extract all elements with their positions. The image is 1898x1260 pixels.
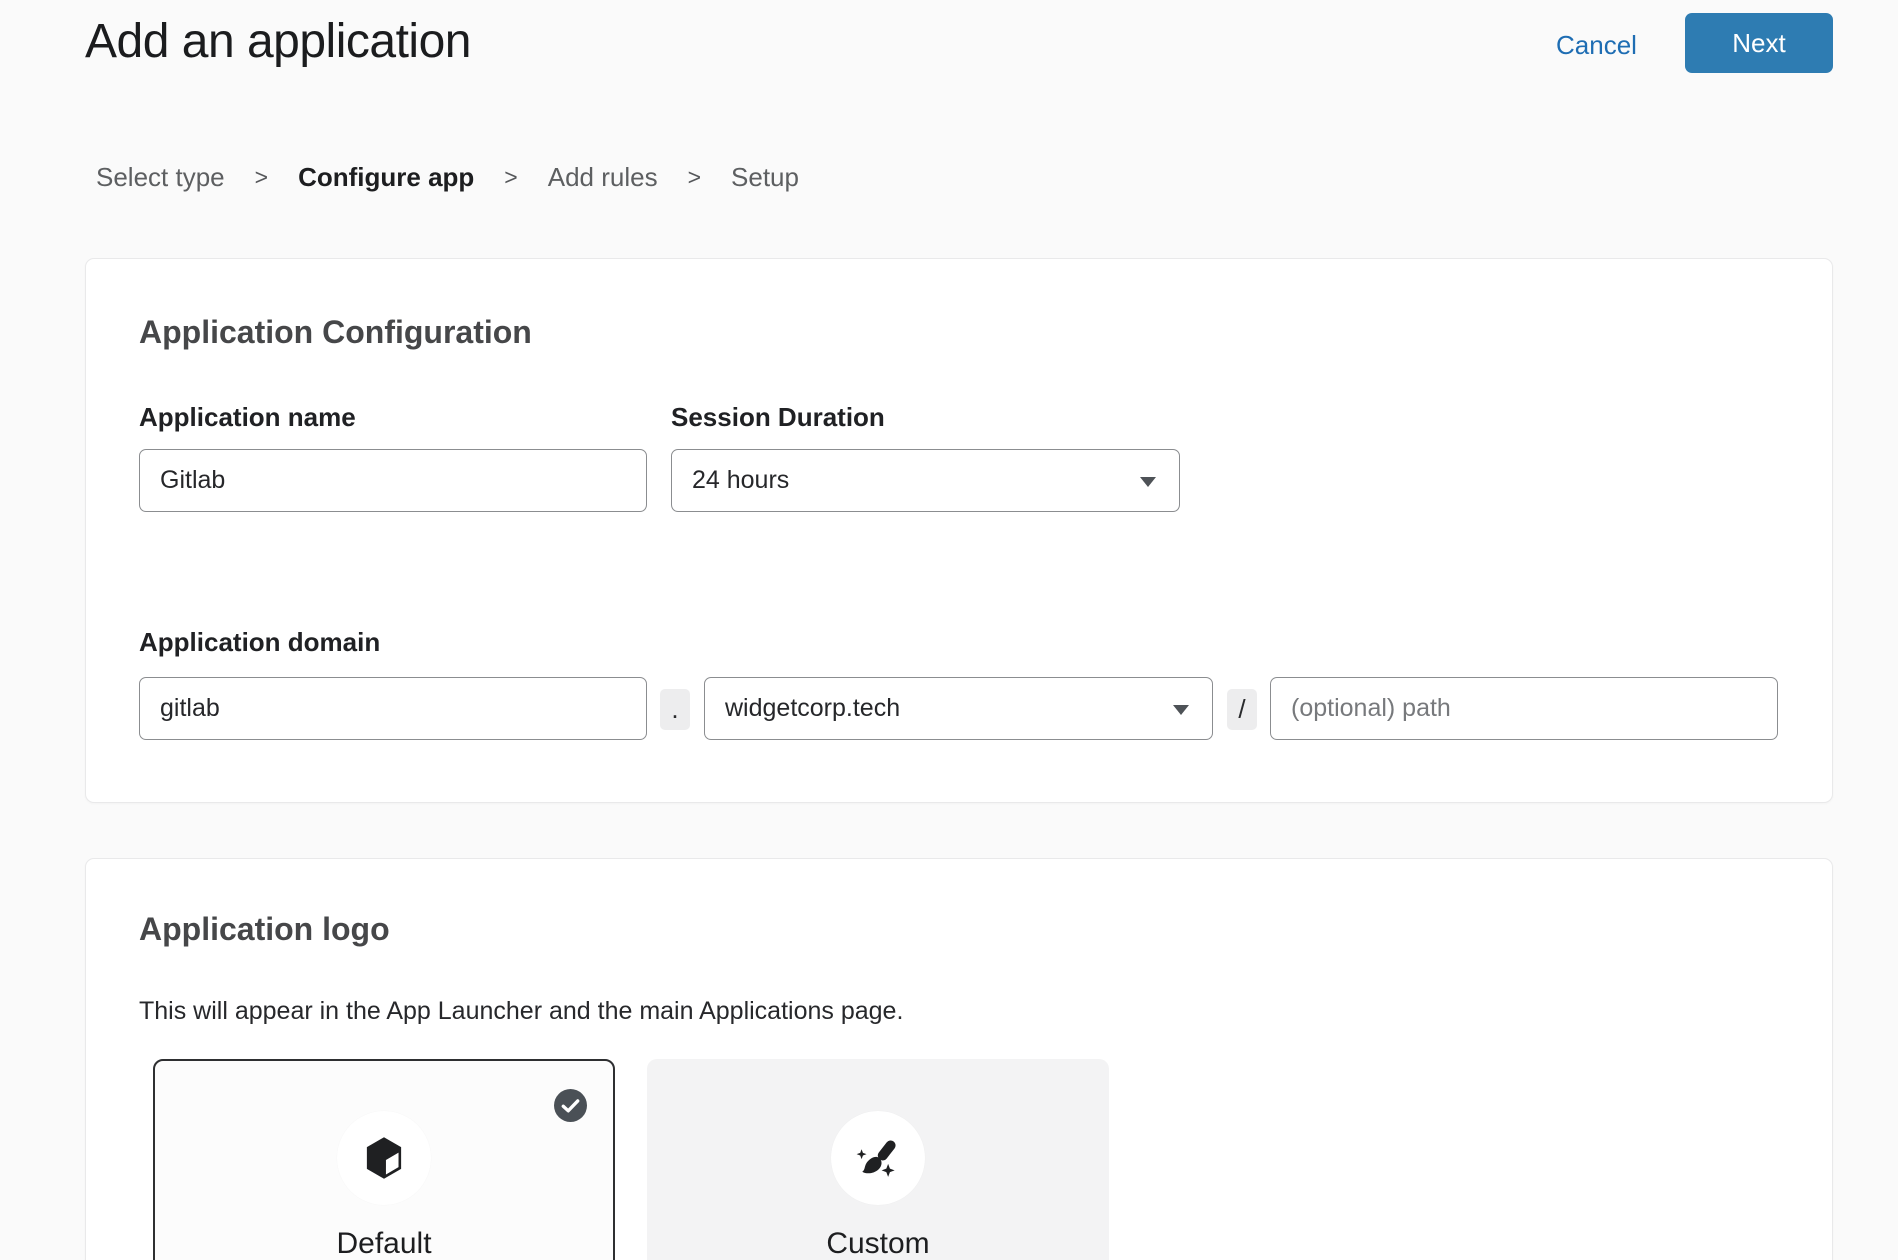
application-configuration-card: Application Configuration Application na… [85, 258, 1833, 803]
breadcrumb-step-setup[interactable]: Setup [731, 162, 799, 193]
logo-option-tiles: Default Custom [153, 1059, 1109, 1260]
cancel-button[interactable]: Cancel [1556, 30, 1637, 61]
breadcrumb-separator: > [504, 164, 517, 191]
domain-select-value: widgetcorp.tech [725, 694, 900, 723]
dot-separator-badge: . [660, 689, 690, 730]
session-duration-label: Session Duration [671, 402, 885, 433]
breadcrumb: Select type > Configure app > Add rules … [96, 162, 799, 193]
breadcrumb-step-configure-app[interactable]: Configure app [298, 162, 474, 193]
default-logo-circle [337, 1111, 431, 1205]
path-input[interactable] [1270, 677, 1778, 740]
application-name-label: Application name [139, 402, 356, 433]
session-duration-select[interactable]: 24 hours [671, 449, 1180, 512]
domain-select[interactable]: widgetcorp.tech [704, 677, 1213, 740]
application-configuration-heading: Application Configuration [139, 314, 532, 351]
breadcrumb-separator: > [255, 164, 268, 191]
application-logo-heading: Application logo [139, 911, 390, 948]
add-application-page: Add an application Cancel Next Select ty… [0, 0, 1898, 1260]
logo-option-default[interactable]: Default [153, 1059, 615, 1260]
check-circle-icon [554, 1089, 587, 1122]
page-title: Add an application [85, 14, 471, 69]
next-button[interactable]: Next [1685, 13, 1833, 73]
application-logo-description: This will appear in the App Launcher and… [139, 997, 903, 1026]
paintbrush-icon [851, 1131, 905, 1185]
subdomain-input[interactable] [139, 677, 647, 740]
application-name-input[interactable] [139, 449, 647, 512]
logo-option-custom[interactable]: Custom [647, 1059, 1109, 1260]
logo-option-label: Custom [649, 1227, 1107, 1260]
logo-option-label: Default [155, 1227, 613, 1260]
session-duration-value: 24 hours [692, 466, 789, 495]
application-logo-card: Application logo This will appear in the… [85, 858, 1833, 1260]
chevron-down-icon [1171, 703, 1191, 716]
breadcrumb-step-select-type[interactable]: Select type [96, 162, 225, 193]
chevron-down-icon [1138, 475, 1158, 488]
cube-icon [358, 1132, 410, 1184]
application-domain-label: Application domain [139, 627, 380, 658]
custom-logo-circle [831, 1111, 925, 1205]
slash-separator-badge: / [1227, 689, 1257, 730]
breadcrumb-separator: > [688, 164, 701, 191]
breadcrumb-step-add-rules[interactable]: Add rules [548, 162, 658, 193]
